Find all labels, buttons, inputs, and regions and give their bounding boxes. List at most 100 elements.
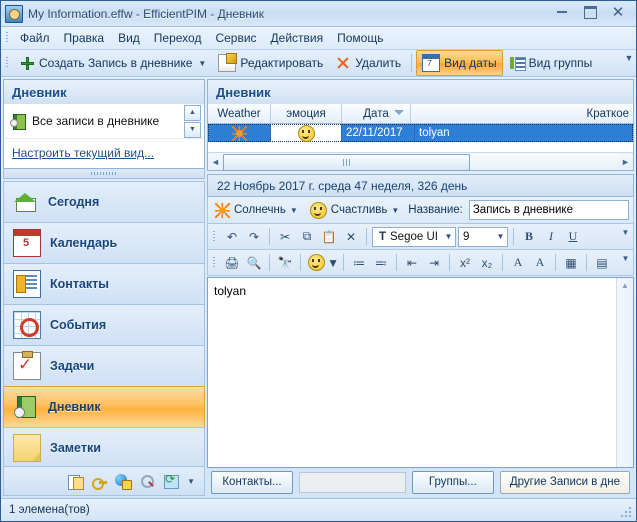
group-view-button[interactable]: Вид группы bbox=[503, 50, 599, 76]
scroll-right-icon[interactable]: ► bbox=[618, 154, 633, 169]
column-header-weather[interactable]: Weather bbox=[208, 104, 271, 123]
italic-button[interactable]: I bbox=[541, 227, 561, 246]
spinner-down-icon[interactable]: ▼ bbox=[184, 122, 201, 138]
cut-button[interactable]: ✂ bbox=[275, 227, 295, 246]
emoticon-caret[interactable]: ▼ bbox=[328, 253, 338, 272]
sidebar-item-contacts[interactable]: Контакты bbox=[3, 263, 205, 304]
redo-button[interactable]: ↷ bbox=[244, 227, 264, 246]
view-selector[interactable]: Все записи в дневнике ▲ ▼ bbox=[4, 104, 204, 139]
delete-button[interactable]: Удалить bbox=[329, 50, 407, 76]
chevron-down-icon[interactable]: ▼ bbox=[391, 206, 399, 215]
menu-grip[interactable] bbox=[4, 30, 11, 46]
column-header-emotion[interactable]: эмоция bbox=[271, 104, 342, 123]
format-toolbar-overflow-1[interactable]: ▼ bbox=[621, 230, 630, 236]
maximize-button[interactable] bbox=[577, 3, 603, 21]
sidebar-item-diary[interactable]: Дневник bbox=[3, 386, 205, 427]
new-diary-entry-button[interactable]: Создать Запись в дневнике ▼ bbox=[13, 50, 212, 76]
password-icon[interactable] bbox=[67, 473, 84, 490]
hscroll-track[interactable] bbox=[223, 154, 618, 169]
toolbar-grip[interactable] bbox=[4, 55, 11, 71]
chevron-down-icon[interactable]: ▼ bbox=[290, 206, 298, 215]
customize-view-link[interactable]: Настроить текущий вид... bbox=[12, 146, 154, 160]
sync-icon[interactable] bbox=[163, 473, 180, 490]
sidebar-item-calendar[interactable]: Календарь bbox=[3, 222, 205, 263]
chevron-down-icon[interactable]: ▼ bbox=[494, 232, 507, 241]
contacts-field[interactable] bbox=[299, 472, 406, 493]
grid-horizontal-scrollbar[interactable]: ◄ ► bbox=[208, 152, 633, 170]
grow-font-button[interactable]: A bbox=[508, 253, 528, 272]
decrease-indent-button[interactable]: ⇤ bbox=[402, 253, 422, 272]
find-button[interactable]: 🔭 bbox=[275, 253, 295, 272]
find-icon[interactable] bbox=[139, 473, 156, 490]
menu-item-help[interactable]: Помощь bbox=[330, 28, 390, 48]
key-icon[interactable] bbox=[91, 473, 108, 490]
bold-button[interactable]: B bbox=[519, 227, 539, 246]
format-toolbar-overflow-2[interactable]: ▼ bbox=[621, 256, 630, 262]
superscript-button[interactable]: x² bbox=[455, 253, 475, 272]
sidebar-item-notes[interactable]: Заметки bbox=[3, 427, 205, 469]
diary-icon bbox=[10, 113, 26, 129]
toolbar-overflow-button[interactable]: ▼ bbox=[624, 54, 634, 62]
increase-indent-button[interactable]: ⇥ bbox=[424, 253, 444, 272]
menu-item-go[interactable]: Переход bbox=[147, 28, 209, 48]
entry-body-text[interactable]: tolyan bbox=[208, 278, 616, 467]
copy-button[interactable]: ⧉ bbox=[297, 227, 317, 246]
sidebar-item-events[interactable]: События bbox=[3, 304, 205, 345]
hscroll-thumb[interactable] bbox=[223, 154, 470, 171]
other-entries-button[interactable]: Другие Записи в дне bbox=[500, 471, 630, 494]
date-view-button[interactable]: Вид даты bbox=[416, 50, 503, 76]
chevron-down-icon[interactable]: ▼ bbox=[198, 59, 206, 68]
insert-object-button[interactable]: ▤ bbox=[592, 253, 612, 272]
bullet-list-button[interactable]: ≔ bbox=[349, 253, 369, 272]
print-preview-button[interactable]: 🔍 bbox=[244, 253, 264, 272]
font-name-combo[interactable]: T Segoe UI ▼ bbox=[372, 227, 456, 247]
menu-item-file[interactable]: Файл bbox=[13, 28, 57, 48]
clear-format-button[interactable]: ✕ bbox=[341, 227, 361, 246]
print-button[interactable]: 🖨 bbox=[222, 253, 242, 272]
shrink-font-button[interactable]: A bbox=[530, 253, 550, 272]
scroll-up-icon[interactable]: ▲ bbox=[617, 278, 633, 293]
font-size-combo[interactable]: 9 ▼ bbox=[458, 227, 508, 247]
minimize-button[interactable] bbox=[549, 3, 575, 21]
column-header-date[interactable]: Дата bbox=[342, 104, 411, 123]
resize-grip-icon[interactable] bbox=[621, 507, 633, 519]
format-toolbar-grip[interactable] bbox=[211, 229, 218, 245]
sidebar-item-tasks[interactable]: Задачи bbox=[3, 345, 205, 386]
table-row[interactable]: 22/11/2017 tolyan bbox=[208, 124, 633, 142]
emoticon-button[interactable] bbox=[306, 253, 326, 272]
web-lock-icon[interactable] bbox=[115, 473, 132, 490]
vscroll-track[interactable] bbox=[617, 293, 633, 467]
menu-item-actions[interactable]: Действия bbox=[264, 28, 331, 48]
underline-button[interactable]: U bbox=[563, 227, 583, 246]
chevron-down-icon[interactable]: ▼ bbox=[442, 232, 455, 241]
sort-descending-icon bbox=[394, 110, 404, 115]
scroll-left-icon[interactable]: ◄ bbox=[208, 154, 223, 169]
column-header-summary[interactable]: Краткое bbox=[411, 104, 633, 123]
subscript-button[interactable]: x₂ bbox=[477, 253, 497, 272]
editor-vertical-scrollbar[interactable]: ▲ bbox=[616, 278, 633, 467]
sidebar-item-label: Контакты bbox=[50, 277, 109, 291]
weather-combo[interactable]: Солнечнь ▼ bbox=[212, 202, 301, 219]
customize-view-row: Настроить текущий вид... bbox=[4, 139, 204, 168]
edit-button[interactable]: Редактировать bbox=[212, 50, 329, 76]
plus-icon bbox=[19, 55, 35, 71]
sidebar-item-today[interactable]: Сегодня bbox=[3, 181, 205, 222]
spinner-up-icon[interactable]: ▲ bbox=[184, 105, 201, 121]
groups-button[interactable]: Группы... bbox=[412, 471, 494, 494]
sidebar-splitter[interactable] bbox=[3, 169, 205, 179]
view-selector-spinner[interactable]: ▲ ▼ bbox=[184, 105, 201, 138]
toolbar-separator bbox=[513, 228, 514, 245]
contacts-button[interactable]: Контакты... bbox=[211, 471, 293, 494]
quick-toolbar-caret-icon[interactable]: ▼ bbox=[187, 477, 195, 486]
menu-item-edit[interactable]: Правка bbox=[57, 28, 112, 48]
undo-button[interactable]: ↶ bbox=[222, 227, 242, 246]
numbered-list-button[interactable]: ≕ bbox=[371, 253, 391, 272]
close-button[interactable]: ✕ bbox=[605, 3, 631, 21]
menu-item-view[interactable]: Вид bbox=[111, 28, 147, 48]
emotion-combo[interactable]: Счастливь ▼ bbox=[307, 201, 402, 220]
menu-item-tools[interactable]: Сервис bbox=[208, 28, 263, 48]
format-toolbar-grip[interactable] bbox=[211, 255, 218, 271]
title-input[interactable]: Запись в дневнике bbox=[469, 200, 629, 220]
insert-table-button[interactable]: ▦ bbox=[561, 253, 581, 272]
paste-button[interactable]: 📋 bbox=[319, 227, 339, 246]
